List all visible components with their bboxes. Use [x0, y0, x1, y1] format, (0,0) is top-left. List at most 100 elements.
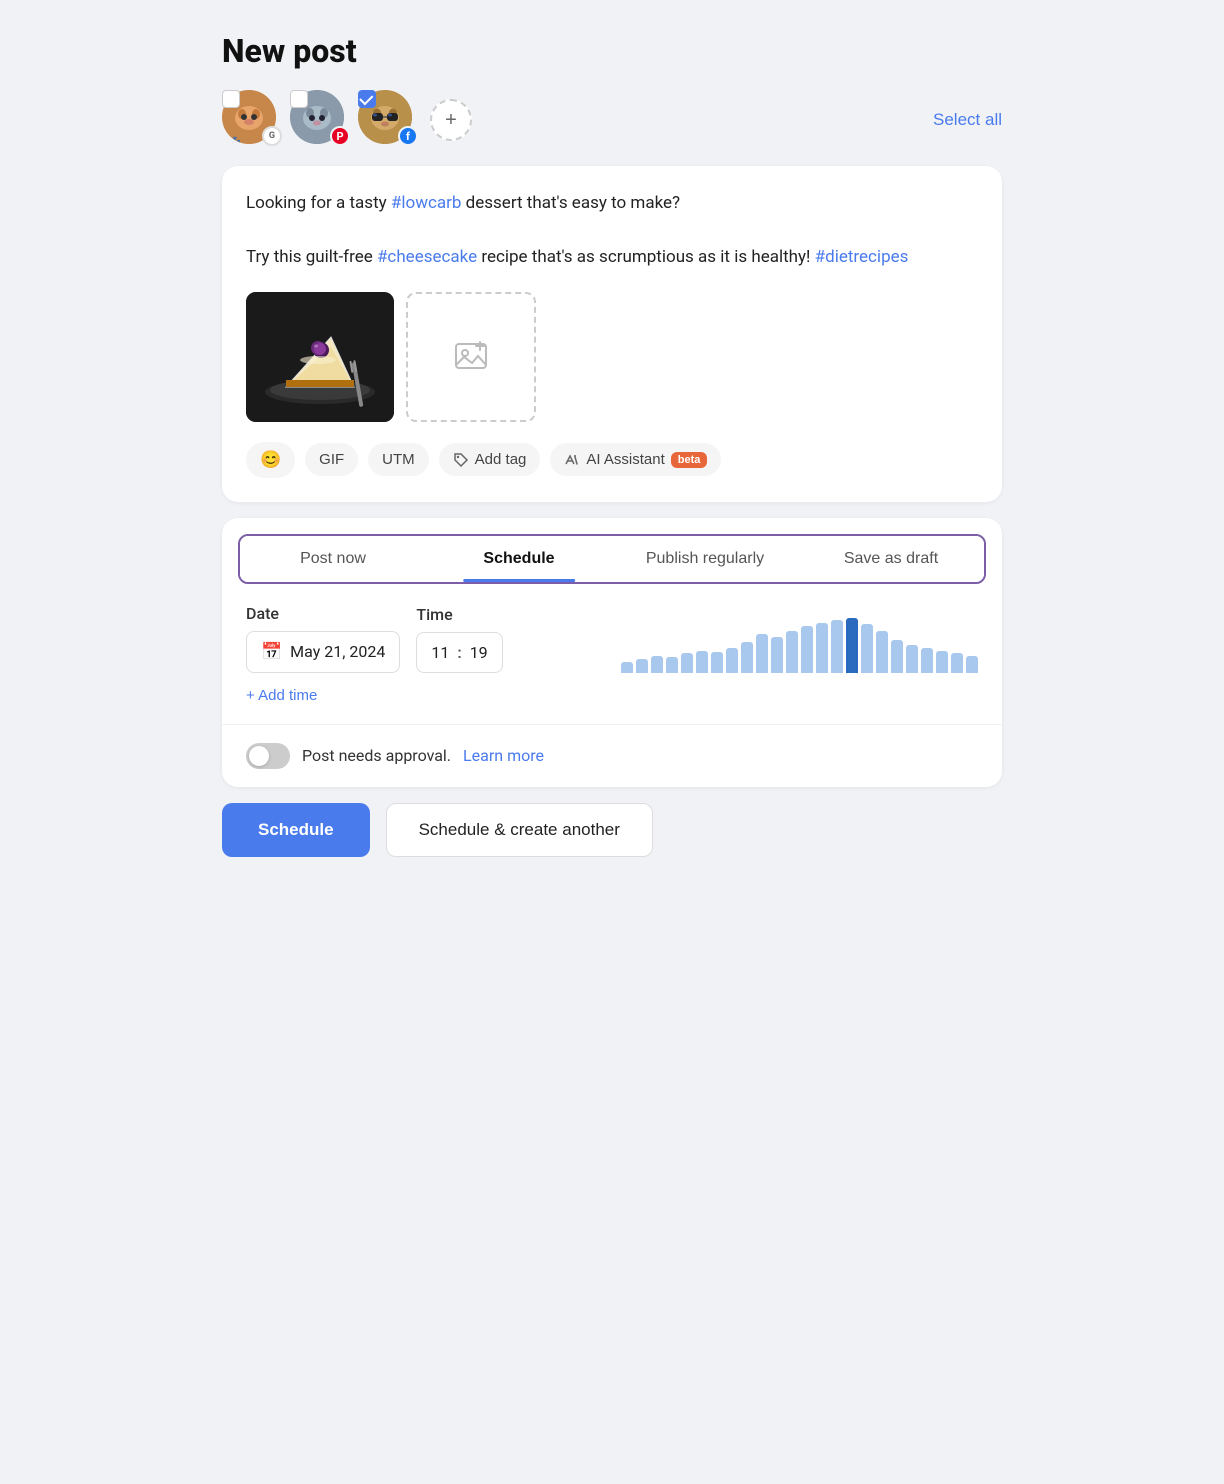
toolbar-row: 😊 GIF UTM Add tag	[246, 442, 978, 478]
date-field-group: Date 📅 May 21, 2024	[246, 604, 400, 673]
add-tag-label: Add tag	[475, 451, 527, 468]
social-badge-pinterest: P	[330, 126, 350, 146]
chart-bar-10	[771, 637, 783, 673]
tab-schedule-label: Schedule	[483, 550, 554, 567]
chart-bar-16	[861, 624, 873, 672]
tag-icon	[453, 452, 469, 468]
chart-bar-20	[921, 648, 933, 673]
post-hashtag-2: #cheesecake	[377, 247, 477, 267]
engagement-chart	[621, 618, 978, 673]
calendar-icon: 📅	[261, 642, 282, 662]
select-all-button[interactable]: Select all	[933, 110, 1002, 130]
chart-bar-7	[726, 648, 738, 673]
chart-bar-23	[966, 656, 978, 673]
account-checkbox-1[interactable]	[222, 90, 240, 108]
gif-button[interactable]: GIF	[305, 443, 358, 476]
tab-save-as-draft[interactable]: Save as draft	[798, 536, 984, 582]
cheesecake-illustration	[246, 292, 394, 422]
utm-button[interactable]: UTM	[368, 443, 429, 476]
approval-text: Post needs approval.	[302, 746, 451, 765]
footer-row: Schedule Schedule & create another	[222, 803, 1002, 865]
ai-assistant-button[interactable]: AI Assistant beta	[550, 443, 721, 476]
chart-bar-19	[906, 645, 918, 673]
post-text-1: Looking for a tasty	[246, 193, 391, 213]
post-text-4: recipe that's as scrumptious as it is he…	[477, 247, 815, 267]
page-title: New post	[222, 32, 1002, 70]
chart-bar-22	[951, 653, 963, 672]
time-colon: :	[457, 643, 461, 662]
post-hashtag-1: #lowcarb	[391, 193, 462, 213]
page-container: New post 🐾 G	[222, 32, 1002, 865]
chart-bar-0	[621, 662, 633, 673]
chart-bar-8	[741, 642, 753, 672]
accounts-row: 🐾 G P	[222, 90, 1002, 150]
utm-label: UTM	[382, 451, 415, 468]
date-time-row: Date 📅 May 21, 2024 Time 11 : 19	[246, 604, 978, 673]
account-2[interactable]: P	[290, 90, 350, 150]
ai-icon	[564, 452, 580, 468]
emoji-icon: 😊	[260, 450, 281, 470]
ai-label: AI Assistant	[586, 451, 664, 468]
social-badge-google: G	[262, 126, 282, 146]
chart-bar-1	[636, 659, 648, 673]
time-field-group: Time 11 : 19	[416, 605, 502, 673]
chart-bar-9	[756, 634, 768, 673]
chart-bar-4	[681, 653, 693, 672]
tab-post-now[interactable]: Post now	[240, 536, 426, 582]
chart-bar-3	[666, 657, 678, 672]
chart-bar-17	[876, 631, 888, 672]
gif-label: GIF	[319, 451, 344, 468]
account-3[interactable]: f	[358, 90, 418, 150]
svg-text:🐾: 🐾	[232, 136, 241, 144]
learn-more-link[interactable]: Learn more	[463, 746, 544, 765]
time-input[interactable]: 11 : 19	[416, 632, 502, 673]
tab-publish-regularly-label: Publish regularly	[646, 550, 764, 567]
chart-bar-13	[816, 623, 828, 673]
time-label: Time	[416, 605, 502, 624]
chart-bar-15	[846, 618, 858, 673]
chart-bar-14	[831, 620, 843, 672]
tab-post-now-label: Post now	[300, 550, 366, 567]
date-label: Date	[246, 604, 400, 623]
schedule-button[interactable]: Schedule	[222, 803, 370, 857]
approval-toggle[interactable]	[246, 743, 290, 769]
add-time-label: + Add time	[246, 687, 317, 704]
media-image-1[interactable]	[246, 292, 394, 422]
chart-bar-5	[696, 651, 708, 673]
chart-bar-2	[651, 656, 663, 673]
chart-bar-11	[786, 631, 798, 672]
ai-beta-badge: beta	[671, 452, 708, 468]
account-checkbox-2[interactable]	[290, 90, 308, 108]
post-hashtag-3: #dietrecipes	[815, 247, 909, 267]
add-media-icon	[453, 339, 489, 375]
account-1[interactable]: 🐾 G	[222, 90, 282, 150]
add-account-button[interactable]: +	[430, 99, 472, 141]
time-minute: 19	[470, 643, 488, 662]
tab-publish-regularly[interactable]: Publish regularly	[612, 536, 798, 582]
chart-bar-6	[711, 652, 723, 673]
add-tag-button[interactable]: Add tag	[439, 443, 541, 476]
emoji-button[interactable]: 😊	[246, 442, 295, 478]
media-row	[246, 292, 978, 422]
tab-schedule[interactable]: Schedule	[426, 536, 612, 582]
approval-row: Post needs approval. Learn more	[222, 724, 1002, 787]
post-text-3: Try this guilt-free	[246, 247, 377, 267]
tabs-row: Post now Schedule Publish regularly Save…	[238, 534, 986, 584]
post-content[interactable]: Looking for a tasty #lowcarb dessert tha…	[246, 190, 978, 272]
date-value: May 21, 2024	[290, 642, 385, 661]
post-editor: Looking for a tasty #lowcarb dessert tha…	[222, 166, 1002, 502]
chart-bar-18	[891, 640, 903, 673]
time-hour: 11	[431, 643, 449, 662]
date-input[interactable]: 📅 May 21, 2024	[246, 631, 400, 673]
social-badge-facebook: f	[398, 126, 418, 146]
post-text-2: dessert that's easy to make?	[461, 193, 680, 213]
account-checkbox-3[interactable]	[358, 90, 376, 108]
chart-bar-12	[801, 626, 813, 673]
schedule-create-another-button[interactable]: Schedule & create another	[386, 803, 653, 857]
schedule-panel: Post now Schedule Publish regularly Save…	[222, 518, 1002, 787]
add-time-button[interactable]: + Add time	[246, 687, 317, 704]
schedule-body: Date 📅 May 21, 2024 Time 11 : 19	[222, 584, 1002, 724]
tab-save-as-draft-label: Save as draft	[844, 550, 938, 567]
chart-bar-21	[936, 651, 948, 673]
add-media-slot[interactable]	[406, 292, 536, 422]
